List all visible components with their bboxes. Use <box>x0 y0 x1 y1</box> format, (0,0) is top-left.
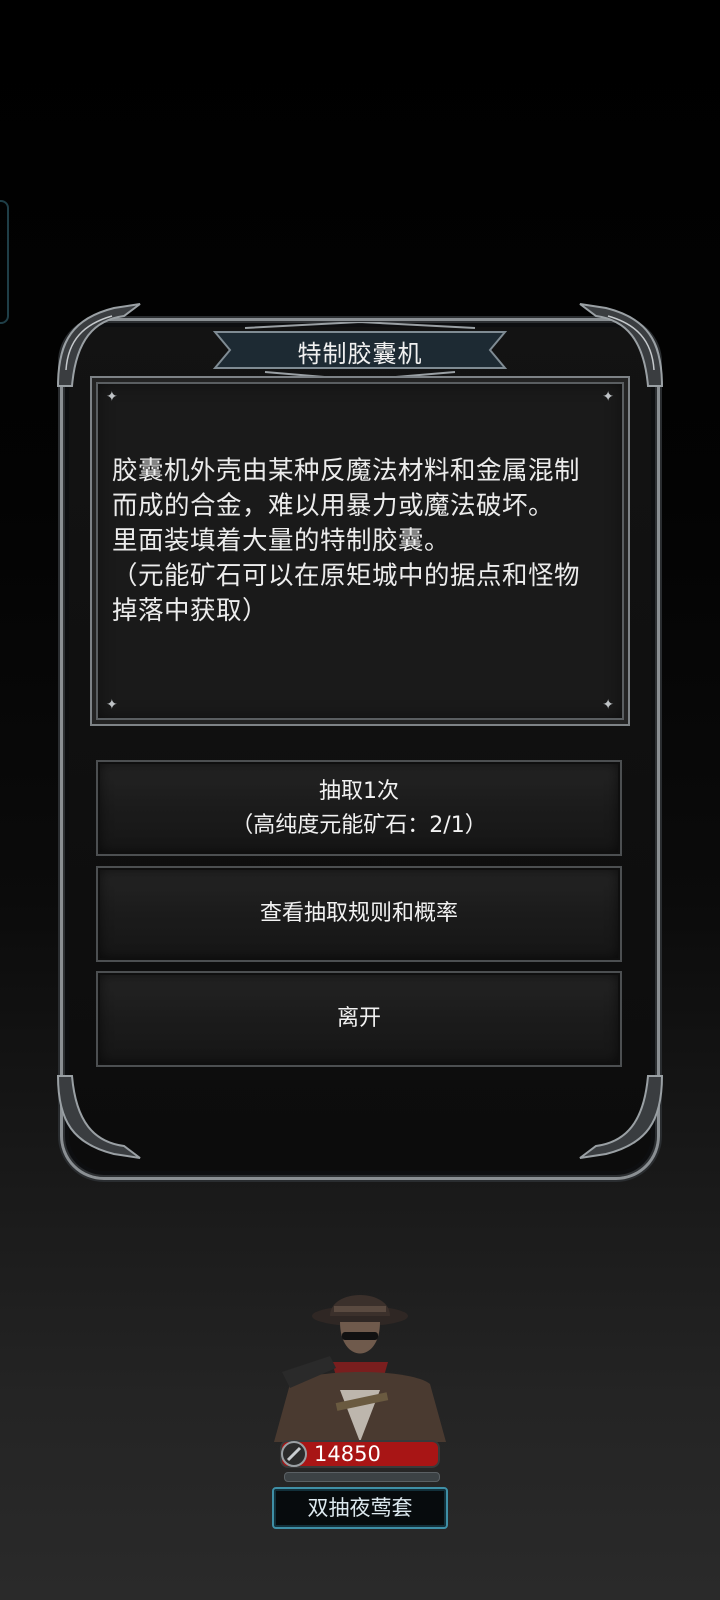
sparkle-icon: ✦ <box>106 697 118 713</box>
leave-label: 离开 <box>336 1006 381 1031</box>
view-rules-label: 查看抽取规则和概率 <box>259 901 458 926</box>
hp-value: 14850 <box>314 1442 381 1466</box>
ornament-bottom-left-icon <box>56 1075 141 1159</box>
side-drawer-tab[interactable] <box>0 200 9 324</box>
sparkle-icon: ✦ <box>602 697 614 713</box>
dialog-title: 特制胶囊机 <box>297 340 423 368</box>
draw-cost-label: （高纯度元能矿石：2/1） <box>231 813 487 838</box>
description-panel: ✦ ✦ ✦ ✦ 胶囊机外壳由某种反魔法材料和金属混制 而成的合金，难以用暴力或魔… <box>90 376 630 726</box>
character-name-plate[interactable]: 双抽夜莺套 <box>272 1487 448 1529</box>
view-rules-button[interactable]: 查看抽取规则和概率 <box>96 866 622 962</box>
sparkle-icon: ✦ <box>106 389 118 405</box>
sparkle-icon: ✦ <box>602 389 614 405</box>
energy-bar <box>284 1472 440 1482</box>
ornament-bottom-right-icon <box>579 1075 664 1159</box>
description-text: 胶囊机外壳由某种反魔法材料和金属混制 而成的合金，难以用暴力或魔法破坏。 里面装… <box>112 456 581 626</box>
draw-once-button[interactable]: 抽取1次 （高纯度元能矿石：2/1） <box>96 760 622 856</box>
draw-once-label: 抽取1次 <box>319 779 399 804</box>
game-screen: 特制胶囊机 ✦ ✦ ✦ ✦ 胶囊机外壳由某种反魔法材料和金属混制 而成的合金，难… <box>0 0 720 1600</box>
blade-icon <box>281 1441 307 1467</box>
leave-button[interactable]: 离开 <box>96 971 622 1067</box>
